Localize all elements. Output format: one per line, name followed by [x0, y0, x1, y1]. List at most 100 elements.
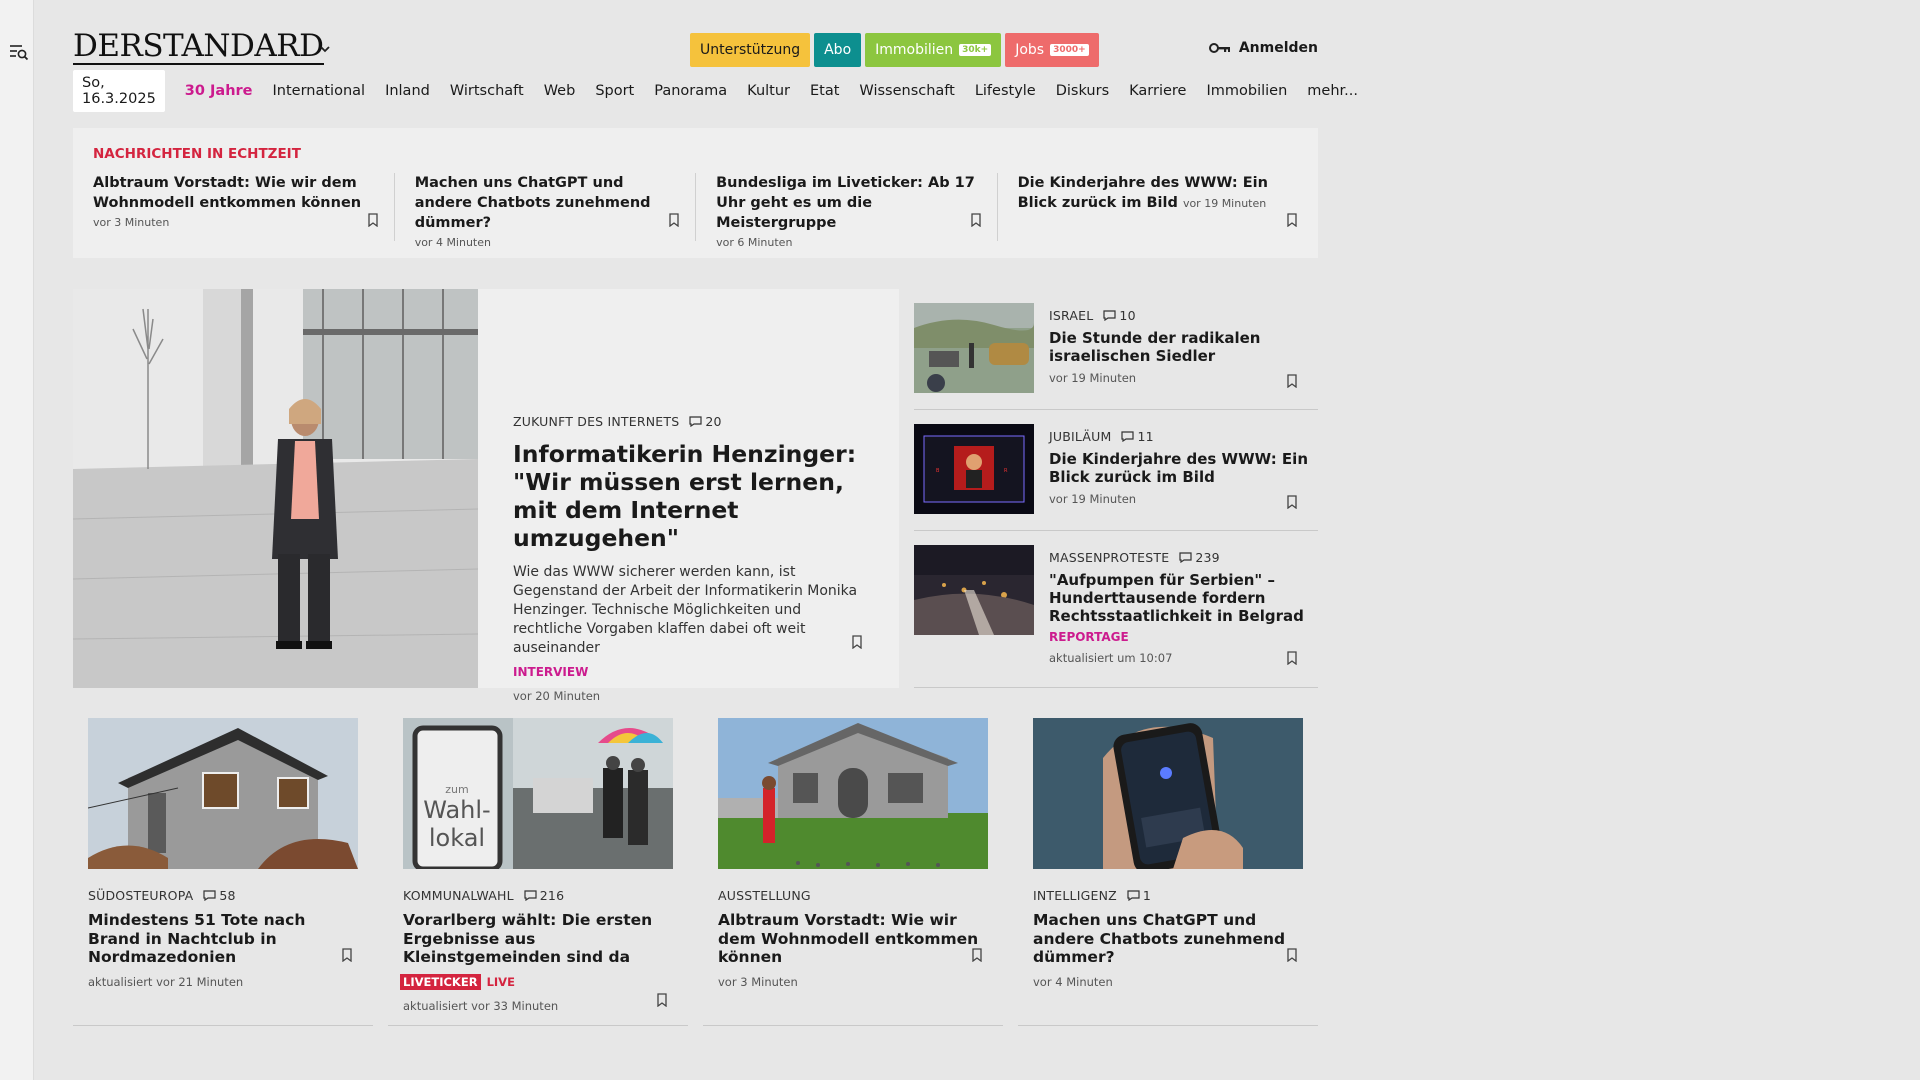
hero-image[interactable] [73, 289, 478, 688]
nav-item-panorama[interactable]: Panorama [654, 83, 727, 99]
bookmark-icon[interactable] [1286, 651, 1298, 665]
article-image[interactable] [718, 718, 988, 869]
comments-number: 58 [219, 888, 236, 903]
comments-number: 216 [539, 888, 565, 903]
svg-text:Wahl-: Wahl- [423, 796, 490, 824]
bookmark-icon[interactable] [1286, 213, 1298, 227]
bookmark-icon[interactable] [971, 948, 983, 962]
article-card[interactable]: AUSSTELLUNG Albtraum Vorstadt: Wie wir d… [703, 718, 1003, 1026]
nav-item-more[interactable]: mehr... [1307, 83, 1358, 99]
chevron-down-icon[interactable] [318, 43, 332, 55]
support-button[interactable]: Unterstützung [690, 33, 811, 67]
realtime-list: Albtraum Vorstadt: Wie wir dem Wohnmodel… [93, 173, 1298, 249]
bookmark-icon[interactable] [1286, 948, 1298, 962]
realtime-item[interactable]: Bundesliga im Liveticker: Ab 17 Uhr geht… [695, 173, 996, 249]
article-image[interactable] [914, 303, 1034, 393]
nav-item-diskurs[interactable]: Diskurs [1056, 83, 1109, 99]
realtime-headline[interactable]: Albtraum Vorstadt: Wie wir dem Wohnmodel… [93, 173, 374, 213]
menu-search-icon[interactable] [9, 43, 29, 61]
side-article-text: MASSENPROTESTE 239 "Aufpumpen für Serbien… [1049, 545, 1314, 687]
comments-count[interactable]: 20 [689, 414, 721, 429]
nav-item-etat[interactable]: Etat [810, 83, 839, 99]
article-image[interactable] [914, 545, 1034, 635]
article-card[interactable]: SÜDOSTEUROPA 58 Mindestens 51 Tote nach B… [73, 718, 373, 1026]
side-article[interactable]: MASSENPROTESTE 239 "Aufpumpen für Serbien… [914, 531, 1318, 688]
nav-item-wirtschaft[interactable]: Wirtschaft [450, 83, 524, 99]
kicker-label[interactable]: KOMMUNALWAHL [403, 888, 514, 903]
kicker-label[interactable]: MASSENPROTESTE [1049, 550, 1169, 565]
bookmark-icon[interactable] [1286, 374, 1298, 388]
article-title[interactable]: Vorarlberg wählt: Die ersten Ergebnisse … [403, 911, 673, 967]
site-logo[interactable]: DERSTANDARD [73, 30, 324, 65]
wahllokal-sign-text: zum [445, 783, 468, 796]
article-tag: INTERVIEW [513, 665, 589, 679]
article-title[interactable]: Die Stunde der radikalen israelischen Si… [1049, 329, 1314, 365]
comments-count[interactable]: 10 [1103, 308, 1136, 323]
side-article[interactable]: BR JUBILÄUM 11 Die Kinderjahre des WWW: E… [914, 410, 1318, 531]
nav-item-inland[interactable]: Inland [385, 83, 430, 99]
comments-count[interactable]: 11 [1121, 429, 1154, 444]
article-image[interactable]: BR [914, 424, 1034, 514]
article-image[interactable]: zumWahl-lokal [403, 718, 673, 872]
nav-item-karriere[interactable]: Karriere [1129, 83, 1186, 99]
bookmark-icon[interactable] [341, 948, 353, 962]
bookmark-icon[interactable] [1286, 495, 1298, 509]
realtime-news: NACHRICHTEN IN ECHTZEIT Albtraum Vorstad… [73, 128, 1318, 258]
hero-lead: Wie das WWW sicherer werden kann, ist Ge… [513, 564, 858, 656]
hero-title[interactable]: Informatikerin Henzinger: "Wir müssen er… [513, 440, 863, 552]
realtime-time: vor 6 Minuten [716, 236, 793, 249]
realtime-item[interactable]: Die Kinderjahre des WWW: Ein Blick zurüc… [996, 173, 1298, 241]
article-title[interactable]: Die Kinderjahre des WWW: Ein Blick zurüc… [1049, 450, 1314, 486]
article-card[interactable]: INTELLIGENZ 1 Machen uns ChatGPT und ande… [1018, 718, 1318, 1026]
login-button[interactable]: Anmelden [1208, 40, 1318, 56]
svg-text:R: R [1004, 468, 1008, 474]
nav-item-kultur[interactable]: Kultur [747, 83, 790, 99]
nav-item-lifestyle[interactable]: Lifestyle [975, 83, 1036, 99]
comment-icon [203, 890, 216, 901]
bookmark-icon[interactable] [970, 213, 982, 227]
article-card[interactable]: zum Wahl-lokal KOMMUNALWAHL 216 Vorarlberg… [388, 718, 688, 1026]
bookmark-icon[interactable] [668, 213, 680, 227]
article-image[interactable] [87, 718, 358, 869]
article-title[interactable]: "Aufpumpen für Serbien" – Hunderttausend… [1049, 571, 1314, 625]
kicker-label[interactable]: AUSSTELLUNG [718, 888, 811, 903]
comments-number: 1 [1142, 888, 1152, 903]
article-title[interactable]: Albtraum Vorstadt: Wie wir dem Wohnmodel… [718, 911, 988, 967]
nav-item-sport[interactable]: Sport [595, 83, 634, 99]
realtime-headline[interactable]: Machen uns ChatGPT und andere Chatbots z… [415, 173, 675, 233]
realtime-title: NACHRICHTEN IN ECHTZEIT [93, 146, 301, 162]
kicker-label[interactable]: JUBILÄUM [1049, 429, 1111, 444]
realtime-headline[interactable]: Bundesliga im Liveticker: Ab 17 Uhr geht… [716, 173, 976, 233]
nav-item-immobilien[interactable]: Immobilien [1206, 83, 1287, 99]
bookmark-icon[interactable] [656, 993, 668, 1007]
hero-article[interactable]: ZUKUNFT DES INTERNETS 20 Informatikerin … [73, 289, 899, 703]
kicker-label[interactable]: ISRAEL [1049, 308, 1093, 323]
jobs-button[interactable]: Jobs 3000+ [1005, 33, 1099, 67]
side-article[interactable]: ISRAEL 10 Die Stunde der radikalen israel… [914, 289, 1318, 410]
realtime-item[interactable]: Albtraum Vorstadt: Wie wir dem Wohnmodel… [93, 173, 394, 241]
bookmark-icon[interactable] [367, 213, 379, 227]
comments-count[interactable]: 216 [524, 888, 564, 903]
realtime-headline[interactable]: Die Kinderjahre des WWW: Ein Blick zurüc… [1018, 173, 1278, 214]
article-image[interactable] [1033, 718, 1303, 873]
kicker-label[interactable]: ZUKUNFT DES INTERNETS [513, 414, 679, 429]
comments-count[interactable]: 58 [203, 888, 235, 903]
bookmark-icon[interactable] [851, 635, 863, 649]
comments-count[interactable]: 1 [1127, 888, 1151, 903]
realtime-item[interactable]: Machen uns ChatGPT und andere Chatbots z… [393, 173, 695, 249]
article-title[interactable]: Mindestens 51 Tote nach Brand in Nachtcl… [88, 911, 358, 967]
immobilien-button[interactable]: Immobilien 30k+ [865, 33, 1002, 67]
abo-button[interactable]: Abo [814, 33, 862, 67]
side-articles: ISRAEL 10 Die Stunde der radikalen israel… [914, 289, 1318, 688]
kicker-label[interactable]: SÜDOSTEUROPA [88, 888, 193, 903]
nav-item-wissenschaft[interactable]: Wissenschaft [859, 83, 954, 99]
comments-count[interactable]: 239 [1179, 550, 1220, 565]
nav-item-30-jahre[interactable]: 30 Jahre [185, 83, 253, 99]
kicker-label[interactable]: INTELLIGENZ [1033, 888, 1117, 903]
article-title[interactable]: Machen uns ChatGPT und andere Chatbots z… [1033, 911, 1303, 967]
kicker: MASSENPROTESTE 239 [1049, 550, 1314, 565]
nav-item-web[interactable]: Web [544, 83, 576, 99]
side-article-text: JUBILÄUM 11 Die Kinderjahre des WWW: Ein … [1049, 424, 1314, 530]
nav-item-international[interactable]: International [273, 83, 366, 99]
realtime-time: vor 3 Minuten [93, 216, 170, 229]
